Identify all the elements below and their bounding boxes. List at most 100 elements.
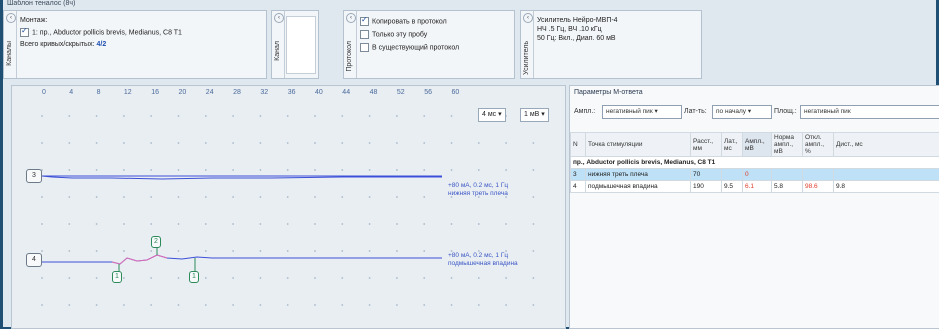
channels-tab-label: Каналы: [6, 41, 13, 66]
time-tick: 32: [260, 89, 268, 96]
cell-dev: 98.6: [803, 181, 834, 193]
cell-dist: 190: [691, 181, 722, 193]
curves-count-value[interactable]: 4/2: [96, 41, 106, 48]
copy-to-protocol-option[interactable]: Копировать в протокол: [360, 17, 447, 26]
m-response-params-panel: Параметры М-ответа Ампл.: негативный пик…: [569, 85, 939, 329]
gain-select[interactable]: 1 мВ ▾: [520, 108, 549, 122]
amplifier-range: 50 Гц: Вкл., Диап. 60 мВ: [537, 35, 616, 42]
time-tick: 56: [424, 89, 432, 96]
group-row: пр., Abductor pollicis brevis, Medianus,…: [571, 157, 939, 169]
sweep-select[interactable]: 4 мс ▾: [478, 108, 506, 122]
col-dist[interactable]: Расст., мм: [691, 133, 722, 157]
latency-marker-1[interactable]: 1: [112, 271, 122, 283]
time-tick: 44: [342, 89, 350, 96]
amp-filter-value: негативный пик: [606, 108, 653, 115]
cell-point: подмышечная впадина: [586, 181, 691, 193]
sweep-select-value: 4 мс: [482, 111, 496, 118]
col-point[interactable]: Точка стимуляции: [586, 133, 691, 157]
collapse-icon[interactable]: ‹: [274, 13, 284, 23]
time-tick: 48: [370, 89, 378, 96]
plot-grid: [12, 86, 565, 328]
copy-to-protocol-checkbox[interactable]: [360, 17, 369, 26]
cell-dur: 9.8: [834, 181, 939, 193]
amplifier-tab-label: Усилитель: [523, 41, 530, 75]
time-tick: 0: [42, 89, 46, 96]
lat-filter-label: Лат-ть:: [684, 108, 707, 115]
cell-amp: 6.1: [743, 181, 772, 193]
cell-amp: 0: [743, 169, 772, 181]
amplifier-tab[interactable]: ‹ Усилитель: [521, 11, 534, 78]
amp-filter-label: Ампл.:: [574, 108, 595, 115]
time-tick: 60: [452, 89, 460, 96]
protocol-tab[interactable]: ‹ Протокол: [344, 11, 357, 78]
time-tick: 20: [179, 89, 187, 96]
latency-marker-3[interactable]: 1: [189, 271, 199, 283]
area-filter-value: негативный пик: [804, 108, 851, 115]
table-row[interactable]: 4 подмышечная впадина 190 9.5 6.1 5.8 98…: [571, 181, 939, 193]
time-tick: 16: [151, 89, 159, 96]
cell-norm: 5.8: [772, 181, 803, 193]
existing-protocol-checkbox[interactable]: [360, 43, 369, 52]
channel-panel: ‹ Канал: [271, 10, 319, 79]
channel-checkbox[interactable]: [20, 28, 29, 37]
trace-4-stim: +80 мА, 0.2 мс, 1 Гц: [448, 252, 518, 260]
col-amp[interactable]: Ампл., мВ: [743, 133, 772, 157]
time-tick: 40: [315, 89, 323, 96]
trace-3-site: нижняя треть плеча: [448, 190, 508, 198]
table-header: N Точка стимуляции Расст., мм Лат., мс А…: [571, 133, 939, 157]
only-this-test-checkbox[interactable]: [360, 30, 369, 39]
collapse-icon[interactable]: ‹: [523, 13, 533, 23]
cell-lat: [722, 169, 743, 181]
only-this-test-label: Только эту пробу: [372, 31, 427, 38]
amplifier-name: Усилитель Нейро-МВП-4: [537, 17, 618, 24]
channel-box[interactable]: [286, 16, 316, 74]
cell-n: 4: [571, 181, 586, 193]
params-title: Параметры М-ответа: [574, 89, 643, 96]
time-tick: 12: [124, 89, 132, 96]
lat-filter-value: по началу: [716, 108, 746, 115]
curves-count-label: Всего кривых/скрытых:: [20, 41, 95, 48]
channel-4-marker[interactable]: 4: [26, 253, 42, 267]
cell-point: нижняя треть плеча: [586, 169, 691, 181]
channel-tab-label: Канал: [274, 41, 281, 61]
cell-lat: 9.5: [722, 181, 743, 193]
area-filter-select[interactable]: негативный пик: [800, 105, 939, 119]
channel-tab[interactable]: ‹ Канал: [272, 11, 285, 78]
col-dur[interactable]: Дист., мс: [834, 133, 939, 157]
protocol-panel: ‹ Протокол Копировать в протокол Только э…: [343, 10, 515, 79]
table-row[interactable]: 3 нижняя треть плеча 70 0: [571, 169, 939, 181]
waveform-plot[interactable]: 04812162024283236404448525660 4 мс ▾ 1 м…: [11, 85, 566, 329]
protocol-tab-label: Протокол: [346, 41, 353, 72]
params-table: N Точка стимуляции Расст., мм Лат., мс А…: [570, 132, 939, 193]
collapse-icon[interactable]: ‹: [6, 13, 16, 23]
trace-4-pink: [112, 255, 167, 264]
col-lat[interactable]: Лат., мс: [722, 133, 743, 157]
cell-n: 3: [571, 169, 586, 181]
latency-marker-2[interactable]: 2: [151, 236, 161, 248]
curves-count: Всего кривых/скрытых: 4/2: [20, 41, 106, 48]
channel-3-marker[interactable]: 3: [26, 169, 42, 183]
existing-protocol-option[interactable]: В существующий протокол: [360, 43, 459, 52]
trace-3-stim: +80 мА, 0.2 мс, 1 Гц: [448, 182, 508, 190]
time-tick: 28: [233, 89, 241, 96]
col-n[interactable]: N: [571, 133, 586, 157]
amp-filter-select[interactable]: негативный пик ▾: [602, 105, 682, 119]
group-title: пр., Abductor pollicis brevis, Medianus,…: [571, 157, 939, 169]
channels-tab[interactable]: ‹ Каналы: [4, 11, 17, 78]
amplifier-panel: ‹ Усилитель Усилитель Нейро-МВП-4 НЧ .5 Г…: [520, 10, 702, 79]
only-this-test-option[interactable]: Только эту пробу: [360, 30, 427, 39]
amplifier-filters: НЧ .5 Гц, ВЧ .10 кГц: [537, 26, 602, 33]
trace-4-label: +80 мА, 0.2 мс, 1 Гц подмышечная впадина: [448, 252, 518, 268]
col-norm[interactable]: Норма ампл., мВ: [772, 133, 803, 157]
channels-panel: ‹ Каналы Монтаж: 1: пр., Abductor pollici…: [3, 10, 267, 79]
lat-filter-select[interactable]: по началу ▾: [712, 105, 772, 119]
window: Шаблон теналос (8ч) ‹Каналы Монтаж: 1: п…: [3, 0, 936, 327]
channel-row[interactable]: 1: пр., Abductor pollicis brevis, Median…: [20, 28, 182, 37]
collapse-icon[interactable]: ‹: [346, 13, 356, 23]
cell-norm: [772, 169, 803, 181]
area-filter-label: Площ.:: [774, 108, 797, 115]
montage-label: Монтаж:: [20, 17, 47, 24]
col-dev[interactable]: Откл. ампл., %: [803, 133, 834, 157]
time-tick: 52: [397, 89, 405, 96]
time-tick: 36: [288, 89, 296, 96]
